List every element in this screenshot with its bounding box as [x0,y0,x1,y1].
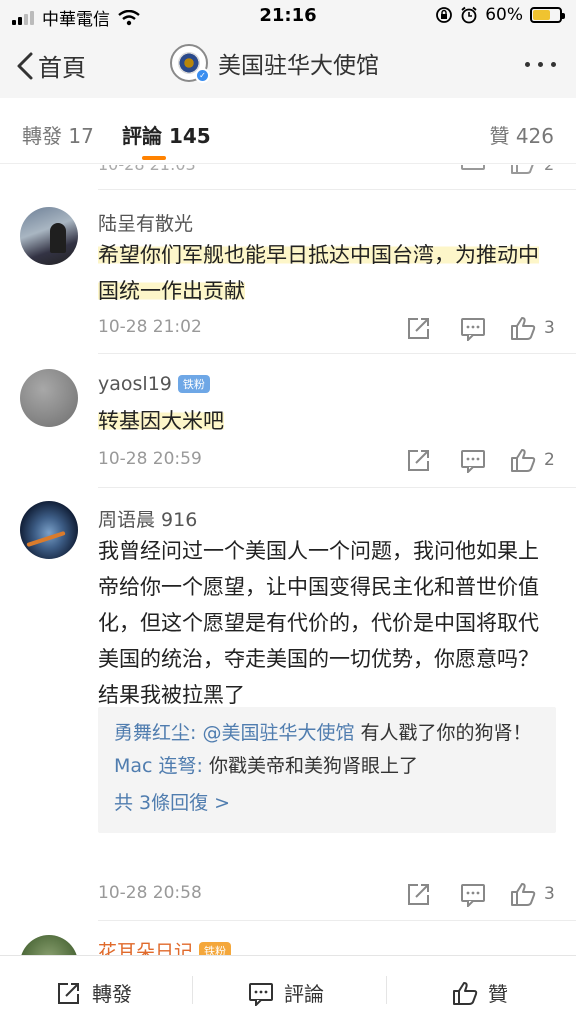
comment-date: 10-28 20:59 [98,449,202,469]
avatar[interactable] [20,207,78,265]
comment-text: 希望你们军舰也能早日抵达中国台湾，为推动中国统一作出贡献 [98,237,552,309]
like-count: 3 [544,884,555,904]
reply-mention[interactable]: @美国驻华大使馆 [202,722,354,744]
share-icon[interactable] [406,315,432,341]
like-button[interactable]: 贊 [452,978,508,1007]
reply-text: 有人戳了你的狗肾！ [354,722,532,744]
commenter-name-text: 花耳朵日记 [98,941,194,955]
back-button[interactable]: 首頁 [14,48,86,83]
verified-badge-icon: ✓ [195,68,210,83]
thumbs-up-icon [511,317,536,340]
alarm-icon [461,6,477,24]
divider [386,976,387,1004]
divider [98,487,576,488]
battery-percent: 60% [485,5,523,25]
view-more-replies-link[interactable]: 共 3條回復 > [114,783,540,823]
thumbs-up-icon [511,883,536,906]
reply-separator: : [196,755,209,777]
divider [98,920,576,921]
reply-icon[interactable] [460,165,486,175]
like-count: 2 [544,165,554,174]
divider [192,976,193,1004]
status-bar: 中華電信 21:16 60% [0,0,576,32]
comment-icon [249,982,273,1006]
thumbs-up-icon [453,981,478,1005]
tab-likes[interactable]: 贊 426 [489,120,554,149]
reply-author[interactable]: Mac 连弩 [114,755,197,777]
comment-meta: 10-28 20:59 2 [98,447,576,475]
rotation-lock-icon [436,7,453,23]
commenter-name[interactable]: yaosl19 铁粉 [98,373,210,395]
tab-reposts[interactable]: 轉發 17 [22,120,94,149]
comment-text: 转基因大米吧 [98,403,552,439]
tab-bar: 轉發 17 評論 145 贊 426 [0,98,576,164]
reply-icon[interactable] [460,881,486,907]
avatar[interactable] [20,501,78,559]
share-icon[interactable] [406,881,432,907]
reply-item: 勇舞红尘: @美国驻华大使馆 有人戳了你的狗肾！ [114,717,540,750]
reply-icon[interactable] [460,315,486,341]
comment-text-body: 希望你们军舰也能早日抵达中国台湾，为推动中国统一作出贡献 [98,243,539,303]
tab-comments[interactable]: 評論 145 [122,120,211,149]
like-icon[interactable] [510,165,536,175]
chevron-left-icon [17,52,33,79]
more-options-icon[interactable] [525,62,556,67]
like-button[interactable]: 3 [510,881,555,907]
commenter-name[interactable]: 陆呈有散光 [98,209,193,236]
bottom-action-bar: 轉發 評論 贊 [0,955,576,1024]
divider [98,353,576,354]
like-count: 3 [544,318,555,338]
comment-text-body: 转基因大米吧 [98,409,224,433]
page-title: 美国驻华大使馆 [218,53,379,79]
like-label: 贊 [488,982,508,1006]
fan-badge: 铁粉 [177,375,210,393]
fan-badge: 铁粉 [199,941,232,955]
comment-list[interactable]: 10-28 21:03 2 陆呈有散光 希望你们军舰也能早日抵达中国台湾，为推动… [0,165,576,955]
reply-text: 你戳美帝和美狗肾眼上了 [208,755,418,777]
comment-date: 10-28 21:02 [98,317,202,337]
repost-button[interactable]: 轉發 [56,978,132,1007]
nav-bar: 首頁 ✓ 美国驻华大使馆 [0,32,576,98]
reply-author[interactable]: 勇舞红尘 [114,722,190,744]
reply-separator: : [190,722,203,744]
commenter-name-text: 周语晨 916 [98,509,198,531]
account-header[interactable]: ✓ 美国驻华大使馆 [170,44,379,83]
status-right: 60% [435,5,565,25]
comment-date: 10-28 21:03 [98,165,196,174]
like-button[interactable]: 2 [510,447,555,473]
active-tab-indicator [142,156,166,160]
comment-label: 評論 [284,982,324,1006]
reply-thread[interactable]: 勇舞红尘: @美国驻华大使馆 有人戳了你的狗肾！ Mac 连弩: 你戳美帝和美狗… [98,707,556,833]
thumbs-up-icon [511,449,536,472]
avatar[interactable] [20,369,78,427]
like-button[interactable]: 3 [510,315,555,341]
repost-label: 轉發 [92,982,132,1006]
share-icon[interactable] [406,447,432,473]
commenter-name[interactable]: 周语晨 916 [98,505,197,532]
comment-date: 10-28 20:58 [98,883,202,903]
avatar[interactable] [20,935,78,955]
reply-icon[interactable] [460,447,486,473]
reply-item: Mac 连弩: 你戳美帝和美狗肾眼上了 [114,750,540,783]
divider [98,189,576,190]
commenter-name-text: yaosl19 [98,373,172,395]
comment-meta: 10-28 20:58 3 [98,881,576,909]
share-icon [58,982,79,1004]
commenter-name-text: 陆呈有散光 [98,213,194,235]
battery-icon [530,7,565,23]
comment-text: 我曾经问过一个美国人一个问题，我问他如果上帝给你一个愿望，让中国变得民主化和普世… [98,539,539,707]
commenter-name[interactable]: 花耳朵日记 铁粉 [98,937,232,955]
comment-meta-partial: 10-28 21:03 2 [98,165,576,179]
back-label: 首頁 [38,54,86,82]
comment-button[interactable]: 評論 [248,978,324,1007]
embassy-seal-avatar: ✓ [170,44,210,83]
comment-meta: 10-28 21:02 3 [98,315,576,343]
like-count: 2 [544,450,555,470]
